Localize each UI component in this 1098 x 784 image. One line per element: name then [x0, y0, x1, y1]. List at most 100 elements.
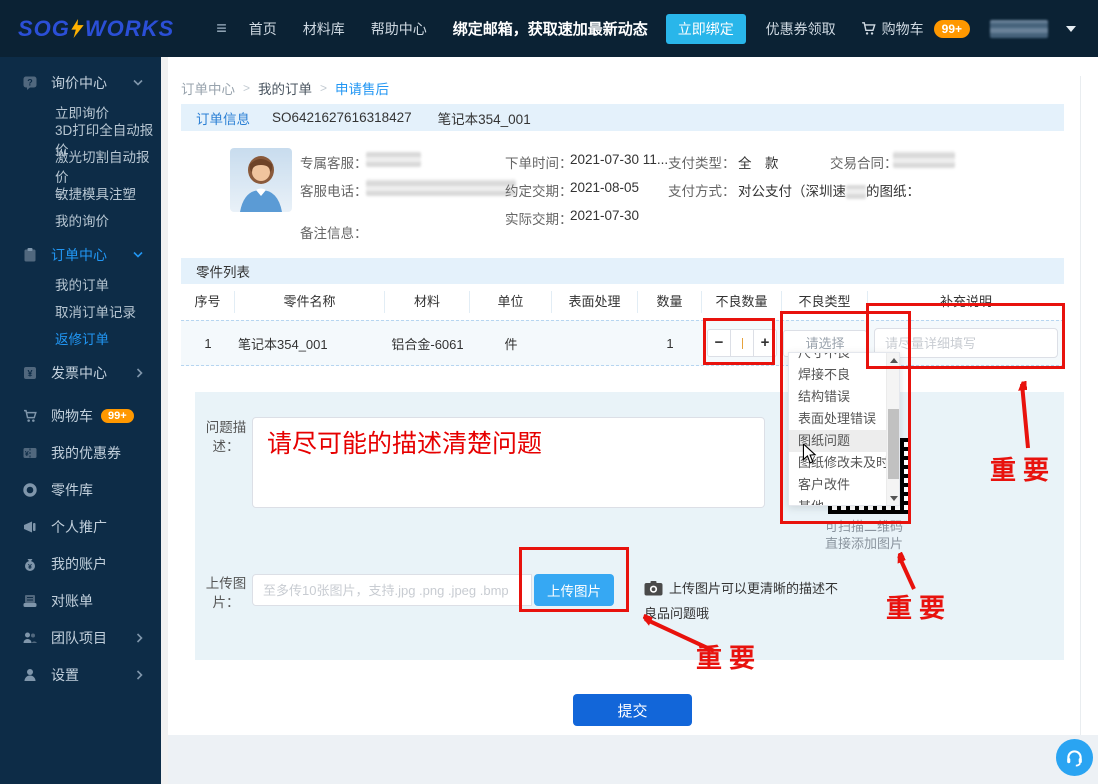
sidebar-item-my-orders[interactable]: 我的订单 — [0, 270, 161, 297]
sidebar-scrollbar[interactable] — [161, 57, 168, 784]
money-bag-icon: ¥ — [22, 556, 38, 572]
customer-support-fab[interactable] — [1056, 739, 1093, 776]
problem-desc-annotation: 请尽可能的描述清楚问题 — [267, 431, 543, 458]
breadcrumb-separator: > — [320, 81, 328, 95]
dropdown-options: 尺寸不良 焊接不良 结构错误 表面处理错误 图纸问题 图纸修改未及时 客户改件 … — [789, 353, 886, 505]
dropdown-option[interactable]: 结构错误 — [789, 386, 886, 408]
order-number: SO6421627616318427 — [272, 110, 412, 125]
sidebar-item-laser-cut-quote[interactable]: 激光切割自动报价 — [0, 150, 161, 185]
breadcrumb-order-center[interactable]: 订单中心 — [181, 78, 235, 98]
sidebar-cart-badge: 99+ — [101, 408, 134, 423]
dropdown-option[interactable]: 尺寸不良 — [789, 353, 886, 364]
scrollbar-thumb[interactable] — [888, 409, 899, 479]
username-blurred[interactable] — [990, 19, 1048, 38]
question-bubble-icon: ? — [22, 75, 38, 91]
svg-text:¥: ¥ — [25, 450, 29, 457]
logo-text-left: SOG — [18, 15, 70, 41]
lightning-bolt-icon — [71, 19, 84, 38]
scroll-down-arrow[interactable] — [887, 491, 899, 505]
pay-method-value-pre: 对公支付（深圳速 — [738, 184, 846, 199]
upload-image-button[interactable]: 上传图片 — [534, 574, 614, 606]
sidebar-item-my-coupons[interactable]: ¥ 我的优惠券 — [0, 437, 161, 468]
upload-tip: 上传图片可以更清晰的描述不良品问题哦 — [644, 578, 849, 625]
problem-desc-textarea[interactable]: 请尽可能的描述清楚问题 — [252, 417, 765, 508]
sidebar-item-order-center[interactable]: 订单中心 — [0, 239, 161, 270]
dropdown-option[interactable]: 客户改件 — [789, 474, 886, 496]
dropdown-option[interactable]: 焊接不良 — [789, 364, 886, 386]
important-label: 重要 — [886, 594, 953, 623]
sidebar-item-invoice-center[interactable]: ¥ 发票中心 — [0, 357, 161, 388]
coupon-link[interactable]: 优惠券领取 — [766, 19, 836, 39]
defect-qty-stepper: − + — [707, 329, 777, 357]
logo-text-right: WORKS — [84, 15, 175, 41]
team-icon — [22, 630, 38, 646]
submit-button[interactable]: 提交 — [573, 694, 692, 726]
statement-icon — [22, 593, 38, 609]
dropdown-option[interactable]: 其他 — [789, 496, 886, 505]
row-material: 铝合金-6061 — [391, 336, 464, 352]
dropdown-option[interactable]: 表面处理错误 — [789, 408, 886, 430]
scroll-up-arrow[interactable] — [887, 353, 899, 367]
gear-icon — [22, 482, 38, 498]
top-menu: 首页 材料库 帮助中心 — [249, 19, 427, 39]
order-time-value: 2021-07-30 11... — [570, 152, 669, 167]
sidebar-item-personal-promotion[interactable]: 个人推广 — [0, 511, 161, 542]
sidebar-item-parts-library[interactable]: 零件库 — [0, 474, 161, 505]
logo[interactable]: SOG WORKS — [18, 16, 174, 42]
contract-value-blurred — [893, 151, 955, 168]
svg-text:¥: ¥ — [28, 564, 32, 571]
upload-filename-input[interactable] — [252, 574, 532, 606]
pay-method-blurred — [846, 185, 866, 200]
chevron-down-icon — [133, 79, 143, 86]
stepper-plus-button[interactable]: + — [754, 330, 776, 356]
sidebar-item-my-account[interactable]: ¥ 我的账户 — [0, 548, 161, 579]
invoice-icon: ¥ — [22, 365, 38, 381]
supplement-input[interactable] — [874, 328, 1058, 358]
row-index: 1 — [204, 335, 212, 351]
stepper-value-input[interactable] — [730, 330, 754, 356]
pay-method-label: 支付方式： — [668, 184, 736, 199]
important-label: 重要 — [696, 644, 763, 673]
sidebar-item-cart[interactable]: 购物车 99+ — [0, 400, 161, 431]
breadcrumb-my-orders[interactable]: 我的订单 — [258, 78, 312, 98]
topbar: SOG WORKS ≡ 首页 材料库 帮助中心 绑定邮箱，获取速加最新动态 立即… — [0, 0, 1098, 57]
table-row: 1 笔记本354_001 铝合金-6061 件 1 − + 请选择 — [181, 320, 1064, 366]
sidebar-item-my-inquiries[interactable]: 我的询价 — [0, 206, 161, 233]
cart-icon — [861, 22, 876, 35]
mouse-cursor-icon — [802, 444, 817, 464]
order-time-label: 下单时间： — [505, 156, 573, 171]
bind-now-button[interactable]: 立即绑定 — [665, 13, 746, 44]
menu-item-materials[interactable]: 材料库 — [303, 19, 345, 39]
contract-label: 交易合同： — [830, 156, 898, 171]
dropdown-scrollbar[interactable] — [886, 353, 899, 505]
cs-phone-label: 客服电话： — [300, 184, 368, 199]
user-menu-caret-icon[interactable] — [1066, 25, 1076, 32]
sidebar-item-settings[interactable]: 设置 — [0, 659, 161, 690]
qr-caption-line2: 直接添加图片 — [824, 536, 903, 551]
sidebar-item-inquiry-center[interactable]: ? 询价中心 — [0, 67, 161, 98]
sidebar-item-cancelled-orders[interactable]: 取消订单记录 — [0, 297, 161, 324]
sidebar: ? 询价中心 立即询价 3D打印全自动报价 激光切割自动报价 敏捷模具注塑 我的… — [0, 57, 161, 784]
pay-type-label: 支付类型： — [668, 156, 736, 171]
remark-label: 备注信息： — [300, 226, 368, 241]
breadcrumb-apply-aftersales: 申请售后 — [335, 82, 390, 97]
svg-text:¥: ¥ — [27, 368, 32, 378]
menu-item-help[interactable]: 帮助中心 — [371, 19, 427, 39]
coupon-icon: ¥ — [22, 445, 38, 461]
col-supplement: 补充说明 — [939, 294, 992, 309]
sidebar-item-team-projects[interactable]: 团队项目 — [0, 622, 161, 653]
col-material: 材料 — [385, 291, 470, 313]
menu-item-home[interactable]: 首页 — [249, 19, 277, 39]
content-right-border — [1080, 76, 1081, 735]
sidebar-item-repair-orders[interactable]: 返修订单 — [0, 324, 161, 351]
hamburger-menu-icon[interactable]: ≡ — [216, 18, 227, 39]
stepper-minus-button[interactable]: − — [708, 330, 730, 356]
cart-label: 购物车 — [881, 20, 924, 37]
chevron-right-icon — [136, 632, 143, 643]
col-surface: 表面处理 — [552, 291, 638, 313]
upload-tip-text: 上传图片可以更清晰的描述不良品问题哦 — [644, 581, 839, 621]
sidebar-item-statements[interactable]: 对账单 — [0, 585, 161, 616]
parts-list-bar: 零件列表 — [181, 258, 1064, 284]
topbar-cart[interactable]: 购物车 — [860, 19, 924, 39]
order-product-name: 笔记本354_001 — [437, 111, 531, 127]
